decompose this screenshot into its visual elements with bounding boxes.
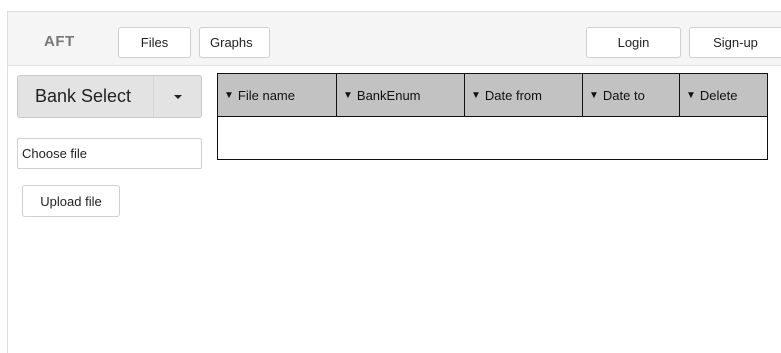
column-label: Date from bbox=[484, 87, 542, 103]
files-table: ▼ File name ▼ BankEnum ▼ Date from ▼ Dat… bbox=[217, 73, 768, 160]
column-label: File name bbox=[237, 87, 295, 103]
files-button[interactable]: Files bbox=[118, 27, 191, 58]
column-header-delete[interactable]: ▼ Delete bbox=[680, 74, 767, 116]
bank-select-dropdown[interactable]: Bank Select bbox=[17, 75, 202, 118]
column-header-bankenum[interactable]: ▼ BankEnum bbox=[337, 74, 465, 116]
sort-triangle-down-icon: ▼ bbox=[471, 89, 481, 101]
sort-triangle-down-icon: ▼ bbox=[589, 89, 599, 101]
brand-logo[interactable]: AFT bbox=[44, 33, 75, 50]
bank-select-toggle[interactable] bbox=[153, 76, 201, 117]
caret-down-icon bbox=[173, 94, 182, 99]
signup-button[interactable]: Sign-up bbox=[689, 27, 781, 58]
sort-triangle-down-icon: ▼ bbox=[686, 89, 696, 101]
column-header-date-to[interactable]: ▼ Date to bbox=[583, 74, 680, 116]
bank-select-label: Bank Select bbox=[35, 86, 132, 106]
column-header-file-name[interactable]: ▼ File name bbox=[218, 74, 337, 116]
table-header: ▼ File name ▼ BankEnum ▼ Date from ▼ Dat… bbox=[218, 74, 767, 117]
column-header-date-from[interactable]: ▼ Date from bbox=[465, 74, 583, 116]
choose-file-input[interactable]: Choose file bbox=[17, 138, 202, 169]
column-label: Delete bbox=[699, 87, 738, 103]
column-label: BankEnum bbox=[356, 87, 421, 103]
login-button[interactable]: Login bbox=[586, 27, 681, 58]
sort-triangle-down-icon: ▼ bbox=[224, 89, 234, 101]
graphs-button[interactable]: Graphs bbox=[199, 27, 270, 58]
column-label: Date to bbox=[602, 87, 645, 103]
upload-file-button[interactable]: Upload file bbox=[22, 185, 120, 217]
sort-triangle-down-icon: ▼ bbox=[343, 89, 353, 101]
